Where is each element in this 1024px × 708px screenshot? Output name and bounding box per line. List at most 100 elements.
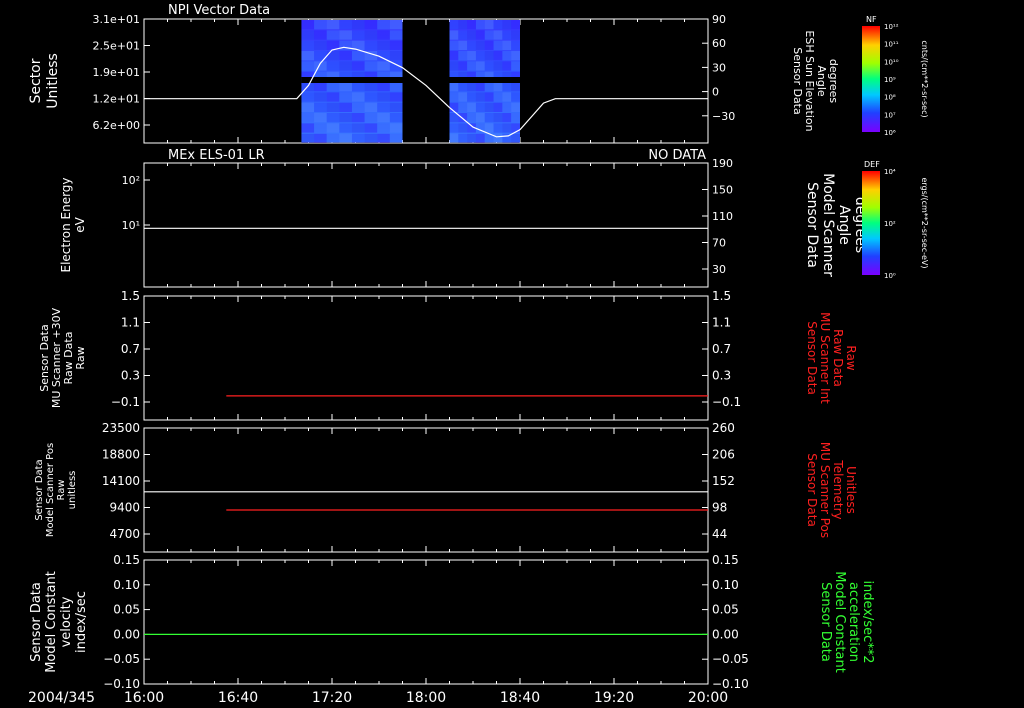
y-tick-label: −0.05	[103, 652, 140, 666]
heatmap-cell	[301, 40, 315, 50]
heatmap-cell	[364, 20, 378, 30]
heatmap-cell	[326, 133, 340, 143]
y2-tick-label: −0.1	[712, 395, 741, 409]
heatmap-cell	[511, 102, 520, 112]
heatmap-cell	[458, 40, 468, 50]
heatmap-cell	[458, 30, 468, 40]
heatmap-cell	[484, 61, 494, 71]
panel-2-no-data: NO DATA	[648, 148, 706, 163]
y2-tick-label: 30	[712, 61, 726, 74]
heatmap-cell	[475, 61, 485, 71]
heatmap-cell	[326, 61, 340, 71]
y-tick-label: 4700	[109, 527, 140, 541]
heatmap-cell	[484, 20, 494, 30]
heatmap-cell	[364, 102, 378, 112]
heatmap-cell	[339, 30, 352, 40]
y-tick-label: 18800	[102, 448, 140, 462]
y-tick-label: 10²	[122, 174, 140, 187]
heatmap-cell	[493, 30, 503, 40]
multi-panel-chart: NPI Vector Data MEx ELS-01 LR NO DATA Se…	[28, 3, 929, 706]
heatmap-cell	[449, 20, 459, 30]
heatmap-cell	[502, 40, 512, 50]
heatmap-cell	[475, 82, 485, 92]
heatmap-cell	[467, 133, 476, 143]
heatmap-cell	[449, 51, 459, 61]
colorbar-tick-label: 10¹²	[884, 23, 899, 31]
heatmap-cell	[484, 123, 494, 133]
heatmap-cell	[326, 51, 340, 61]
heatmap-cell	[458, 61, 468, 71]
heatmap-cell	[511, 61, 520, 71]
heatmap-cell	[493, 102, 503, 112]
heatmap-cell	[458, 92, 468, 102]
heatmap-cell	[389, 40, 403, 50]
heatmap-cell	[326, 113, 340, 123]
heatmap-cell	[502, 30, 512, 40]
heatmap-cell	[314, 133, 327, 143]
heatmap-cell	[511, 20, 520, 30]
heatmap-cell	[351, 123, 365, 133]
heatmap-cell	[364, 123, 378, 133]
heatmap-cell	[301, 92, 315, 102]
heatmap-cell	[301, 123, 315, 133]
heatmap-cell	[389, 82, 403, 92]
y2-tick-label: 30	[712, 263, 726, 276]
heatmap-cell	[326, 20, 340, 30]
colorbar-tick-label: 10¹¹	[884, 41, 899, 49]
x-tick-label: 19:20	[594, 690, 634, 706]
heatmap-cell	[484, 102, 494, 112]
heatmap-cell	[467, 92, 476, 102]
y-tick-label: 1.5	[121, 289, 140, 303]
heatmap-gap-row	[449, 77, 520, 83]
heatmap-cell	[377, 123, 390, 133]
heatmap-cell	[502, 102, 512, 112]
heatmap-cell	[339, 123, 352, 133]
heatmap-cell	[389, 133, 403, 143]
heatmap-cell	[502, 82, 512, 92]
heatmap-cell	[377, 30, 390, 40]
heatmap-cell	[326, 82, 340, 92]
y2-tick-label: 0.00	[712, 627, 739, 641]
heatmap-cell	[377, 92, 390, 102]
y2-tick-label: 0.3	[712, 369, 731, 383]
heatmap-cell	[493, 133, 503, 143]
heatmap-cell	[351, 61, 365, 71]
y-tick-label: 0.15	[113, 553, 140, 567]
heatmap-cell	[493, 20, 503, 30]
heatmap-cell	[458, 51, 468, 61]
y-tick-label: 6.2e+00	[93, 119, 140, 132]
heatmap-cell	[326, 102, 340, 112]
colorbar-nf	[862, 26, 880, 132]
heatmap-cell	[314, 82, 327, 92]
heatmap-cell	[314, 123, 327, 133]
heatmap-cell	[301, 133, 315, 143]
heatmap-cell	[351, 113, 365, 123]
panel-2-y2label: Sensor DataModel ScannerAngledegrees	[804, 173, 868, 277]
panel-3-frame	[143, 295, 709, 421]
colorbar-tick-label: 10¹⁰	[884, 58, 899, 66]
heatmap-cell	[314, 102, 327, 112]
y2-tick-label: 60	[712, 37, 726, 50]
heatmap-cell	[351, 92, 365, 102]
heatmap-cell	[301, 61, 315, 71]
colorbar-tick-label: 10⁶	[884, 129, 896, 137]
heatmap-cell	[377, 133, 390, 143]
y2-tick-label: 206	[712, 448, 735, 462]
heatmap-cell	[389, 20, 403, 30]
y-tick-label: −0.1	[111, 395, 140, 409]
heatmap-cell	[475, 133, 485, 143]
heatmap-cell	[475, 30, 485, 40]
x-tick-label: 16:40	[218, 690, 258, 706]
series-line	[144, 46, 708, 138]
heatmap-cell	[475, 102, 485, 112]
heatmap-cell	[377, 40, 390, 50]
heatmap-cell	[364, 92, 378, 102]
heatmap-cell	[511, 30, 520, 40]
y2-tick-label: 190	[712, 157, 733, 170]
heatmap-cell	[364, 30, 378, 40]
heatmap-cell	[502, 51, 512, 61]
y2-tick-label: −30	[712, 110, 735, 123]
heatmap-cell	[493, 92, 503, 102]
heatmap-cell	[484, 82, 494, 92]
heatmap-cell	[449, 123, 459, 133]
